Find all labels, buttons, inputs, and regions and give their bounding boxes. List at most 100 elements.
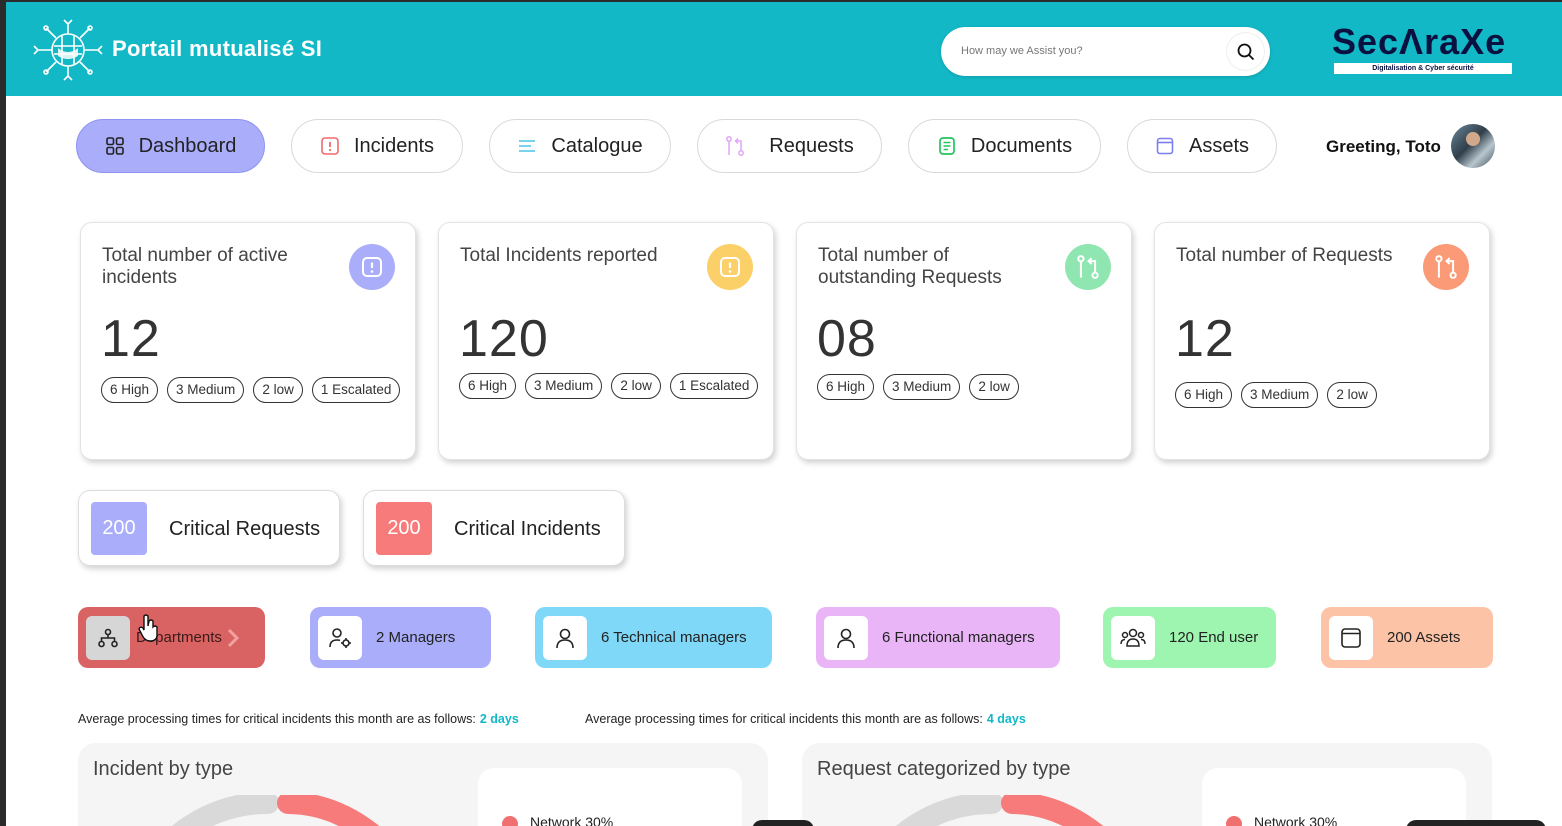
- critical-requests-card[interactable]: 200 Critical Requests: [78, 490, 340, 566]
- card-incidents-reported: Total Incidents reported 120 6 High 3 Me…: [438, 222, 774, 460]
- critical-incidents-count: 200: [376, 502, 432, 555]
- tag-high: 6 High: [817, 374, 875, 400]
- nav-incidents[interactable]: Incidents: [291, 119, 463, 173]
- panel-title: Incident by type: [93, 758, 234, 780]
- nav-incidents-label: Incidents: [353, 134, 435, 157]
- overlay-element: [752, 820, 814, 826]
- card-tags: 6 High 3 Medium 2 low: [817, 374, 1117, 400]
- chip-assets-label: 200 Assets: [1387, 629, 1461, 646]
- pull-request-icon: [1065, 244, 1111, 290]
- chip-technical-managers-label: 6 Technical managers: [601, 629, 747, 646]
- alert-icon: [349, 244, 395, 290]
- brand-logo[interactable]: SecɅraXe Digitalisation & Cyber sécurité: [1332, 22, 1516, 78]
- top-header: Portail mutualisé SI SecɅraXe Digitalisa…: [6, 0, 1562, 96]
- tag-medium: 3 Medium: [1241, 382, 1319, 408]
- nav-requests[interactable]: Requests: [697, 119, 882, 173]
- critical-incidents-card[interactable]: 200 Critical Incidents: [363, 490, 625, 566]
- nav-dashboard[interactable]: Dashboard: [76, 119, 265, 173]
- alert-icon: [707, 244, 753, 290]
- chip-managers[interactable]: 2 Managers: [310, 607, 491, 668]
- donut-chart: [171, 795, 380, 826]
- app-logo-icon[interactable]: [32, 18, 104, 82]
- card-value: 120: [459, 310, 549, 368]
- card-value: 12: [101, 310, 161, 368]
- nav-requests-label: Requests: [769, 134, 854, 157]
- user-icon: [543, 615, 587, 660]
- card-total-requests: Total number of Requests 12 6 High 3 Med…: [1154, 222, 1490, 460]
- nav-assets-label: Assets: [1188, 134, 1250, 157]
- chip-assets[interactable]: 200 Assets: [1321, 607, 1493, 668]
- nav-documents[interactable]: Documents: [908, 119, 1101, 173]
- chip-technical-managers[interactable]: 6 Technical managers: [535, 607, 772, 668]
- user-gear-icon: [318, 615, 362, 660]
- card-tags: 6 High 3 Medium 2 low 1 Escalated: [101, 377, 401, 403]
- card-title: Total number of Requests: [1176, 245, 1393, 266]
- tag-high: 6 High: [1175, 382, 1233, 408]
- chip-end-user-label: 120 End user: [1169, 629, 1259, 646]
- panel-incident-by-type: Incident by type Network 30%: [78, 743, 768, 826]
- chip-end-user[interactable]: 120 End user: [1103, 607, 1276, 668]
- chip-managers-label: 2 Managers: [376, 629, 456, 646]
- chip-functional-managers[interactable]: 6 Functional managers: [816, 607, 1060, 668]
- tag-medium: 3 Medium: [883, 374, 961, 400]
- user-icon: [824, 615, 868, 660]
- chart-legend: Network 30%: [478, 768, 742, 826]
- document-icon: [939, 137, 955, 155]
- search-input[interactable]: [961, 40, 1211, 62]
- legend-dot: [502, 816, 518, 826]
- greeting-text: Greeting, Toto: [1326, 137, 1441, 156]
- chip-functional-managers-label: 6 Functional managers: [882, 629, 1035, 646]
- pull-request-icon: [726, 136, 745, 156]
- nav-catalogue[interactable]: Catalogue: [489, 119, 671, 173]
- panel-request-by-type: Request categorized by type Network 30%: [802, 743, 1492, 826]
- legend-item: Network 30%: [530, 814, 614, 826]
- hand-cursor-icon: [138, 614, 158, 642]
- search-button[interactable]: [1227, 33, 1264, 70]
- card-tags: 6 High 3 Medium 2 low: [1175, 382, 1475, 408]
- avg-value: 4 days: [986, 712, 1026, 726]
- tag-escalated: 1 Escalated: [311, 377, 401, 403]
- hierarchy-icon: [86, 615, 130, 660]
- tag-medium: 3 Medium: [525, 373, 603, 399]
- card-outstanding-requests: Total number of outstanding Requests 08 …: [796, 222, 1132, 460]
- search-bar[interactable]: [941, 27, 1270, 76]
- tag-high: 6 High: [459, 373, 517, 399]
- chart-legend: Network 30%: [1202, 768, 1466, 826]
- user-avatar[interactable]: [1451, 124, 1495, 168]
- lines-icon: [519, 140, 536, 152]
- card-title: Total number of outstanding Requests: [818, 245, 1002, 288]
- nav-dashboard-label: Dashboard: [138, 134, 237, 157]
- legend-dot: [1226, 816, 1242, 826]
- nav-documents-label: Documents: [970, 134, 1073, 157]
- avg-value: 2 days: [479, 712, 519, 726]
- critical-requests-count: 200: [91, 502, 147, 555]
- chip-departments[interactable]: Departments: [78, 607, 265, 668]
- chevron-right-icon: [227, 628, 240, 648]
- legend-item: Network 30%: [1254, 814, 1338, 826]
- card-title: Total number of active incidents: [102, 245, 288, 288]
- app-title: Portail mutualisé SI: [112, 36, 323, 61]
- overlay-element: [1406, 820, 1546, 826]
- brand-name: SecɅraXe: [1332, 21, 1507, 62]
- nav-catalogue-label: Catalogue: [551, 134, 643, 157]
- pull-request-icon: [1423, 244, 1469, 290]
- avg-text: Average processing times for critical in…: [585, 712, 983, 726]
- tag-high: 6 High: [101, 377, 159, 403]
- critical-incidents-label: Critical Incidents: [454, 518, 601, 540]
- tag-low: 2 low: [611, 373, 661, 399]
- brand-tagline: Digitalisation & Cyber sécurité: [1334, 63, 1512, 74]
- avg-processing-requests: Average processing times for critical in…: [585, 712, 1026, 726]
- users-icon: [1111, 615, 1155, 660]
- card-title: Total Incidents reported: [460, 245, 658, 266]
- page: Portail mutualisé SI SecɅraXe Digitalisa…: [6, 0, 1562, 826]
- card-active-incidents: Total number of active incidents 12 6 Hi…: [80, 222, 416, 460]
- donut-chart: [895, 795, 1104, 826]
- tag-low: 2 low: [1327, 382, 1377, 408]
- tag-medium: 3 Medium: [167, 377, 245, 403]
- critical-requests-label: Critical Requests: [169, 518, 321, 540]
- tag-low: 2 low: [253, 377, 303, 403]
- alert-square-icon: [321, 137, 339, 155]
- window-icon: [1329, 615, 1373, 660]
- nav-assets[interactable]: Assets: [1127, 119, 1277, 173]
- grid-icon: [105, 137, 124, 155]
